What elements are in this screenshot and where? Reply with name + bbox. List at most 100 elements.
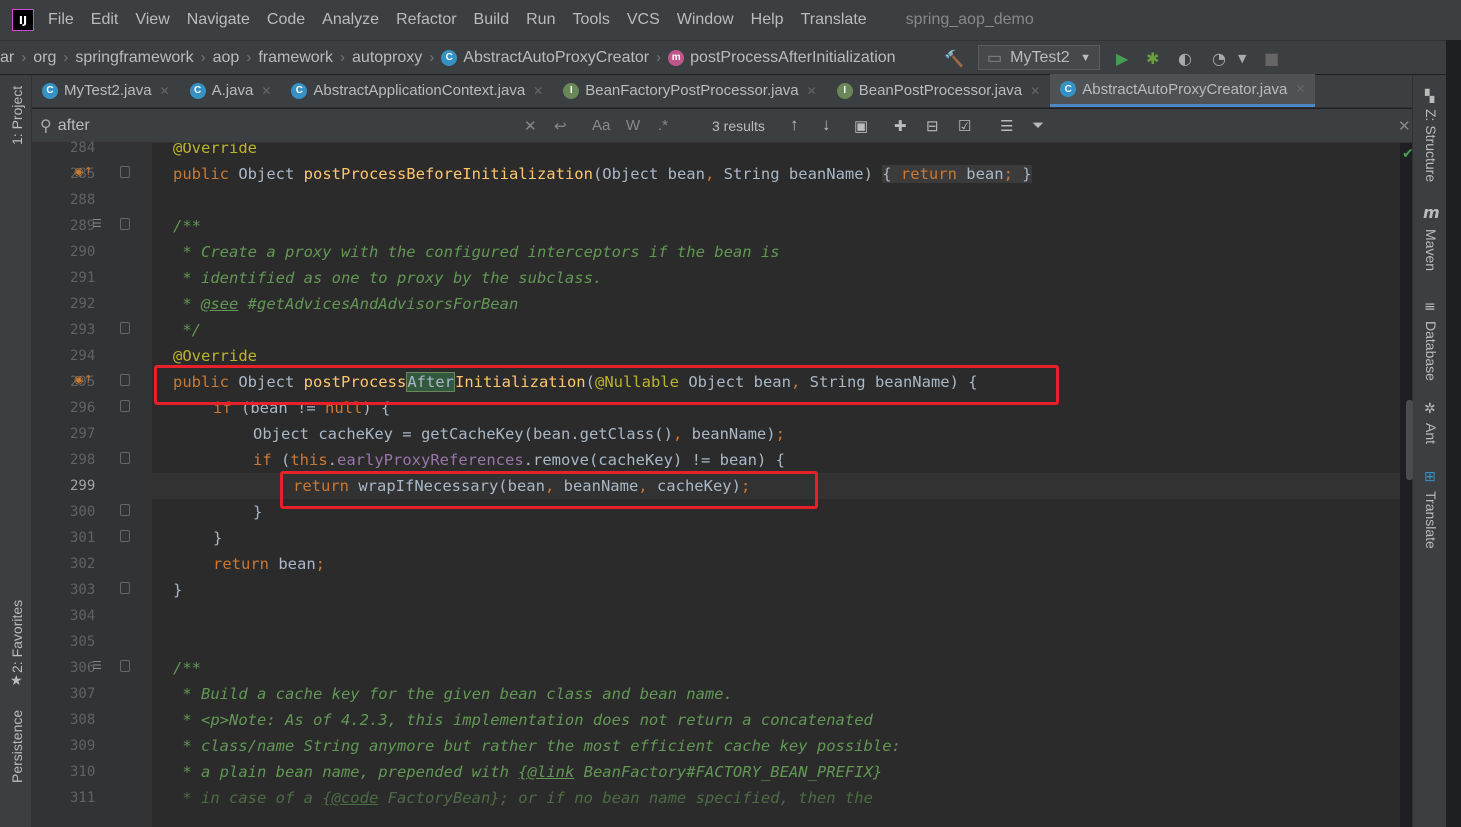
menu-file[interactable]: File (48, 11, 74, 29)
tool-persistence[interactable]: Persistence (9, 710, 25, 783)
menu-view[interactable]: View (135, 11, 169, 29)
doc-render-icon[interactable]: ☰ (92, 659, 102, 672)
menu-translate[interactable]: Translate (801, 11, 867, 29)
menu-build[interactable]: Build (474, 11, 510, 29)
arrow-down-icon[interactable]: ↓ (822, 115, 831, 135)
breadcrumb-org[interactable]: org › (33, 49, 75, 67)
breadcrumb-class[interactable]: C AbstractAutoProxyCreator › (441, 49, 668, 67)
new-line-icon[interactable]: ↩ (554, 117, 567, 135)
code-line-302[interactable]: return bean; (152, 551, 1400, 577)
tab-abstractautoproxycreator[interactable]: C AbstractAutoProxyCreator.java ✕ (1050, 74, 1316, 107)
close-find-icon[interactable]: ✕ (1398, 117, 1411, 135)
code-line-297[interactable]: Object cacheKey = getCacheKey(bean.getCl… (152, 421, 1400, 447)
close-icon[interactable]: ✕ (1295, 82, 1305, 96)
menu-tools[interactable]: Tools (572, 11, 609, 29)
fold-marker-icon[interactable] (120, 504, 130, 516)
fold-marker-icon[interactable] (120, 400, 130, 412)
tool-translate[interactable]: Translate (1423, 491, 1439, 549)
override-marker-icon[interactable]: ◉↑ (74, 373, 93, 386)
breadcrumb-method[interactable]: m postProcessAfterInitialization (668, 49, 896, 67)
close-icon[interactable]: ✕ (261, 84, 271, 98)
arrow-up-icon[interactable]: ↑ (790, 115, 799, 135)
chevron-down-icon[interactable]: ▼ (1238, 52, 1246, 65)
tool-project[interactable]: 1: Project (9, 86, 25, 145)
fold-marker-icon[interactable] (120, 374, 130, 386)
fold-marker-icon[interactable] (120, 166, 130, 178)
code-line-285[interactable]: public Object postProcessBeforeInitializ… (152, 161, 1400, 187)
debug-icon[interactable]: ✱ (1146, 49, 1159, 68)
add-occurrence-icon[interactable]: ✚ (894, 117, 907, 135)
regex-button[interactable]: .* (658, 117, 668, 134)
tab-mytest2[interactable]: C MyTest2.java ✕ (32, 74, 180, 107)
fold-marker-icon[interactable] (120, 530, 130, 542)
override-marker-icon[interactable]: ◉↑ (74, 165, 93, 178)
code-line-311[interactable]: * in case of a {@code FactoryBean}; or i… (152, 785, 1400, 811)
stop-icon[interactable]: ■ (1264, 49, 1279, 68)
select-all-occurrences-icon[interactable]: ☑ (958, 117, 971, 135)
menu-edit[interactable]: Edit (91, 11, 119, 29)
multiline-icon[interactable]: ☰ (1000, 117, 1013, 135)
tab-abstractapplicationcontext[interactable]: C AbstractApplicationContext.java ✕ (281, 74, 553, 107)
menu-window[interactable]: Window (677, 11, 734, 29)
breadcrumb-framework[interactable]: framework › (258, 49, 352, 67)
code-line-310[interactable]: * a plain bean name, prepended with {@li… (152, 759, 1400, 785)
fold-marker-icon[interactable] (120, 660, 130, 672)
tab-a[interactable]: C A.java ✕ (180, 74, 282, 107)
menu-help[interactable]: Help (751, 11, 784, 29)
breadcrumb-springframework[interactable]: springframework › (75, 49, 212, 67)
code-line-291[interactable]: * identified as one to proxy by the subc… (152, 265, 1400, 291)
code-line-293[interactable]: */ (152, 317, 1400, 343)
menu-vcs[interactable]: VCS (627, 11, 660, 29)
run-configuration-select[interactable]: ▭ MyTest2 ▼ (978, 45, 1100, 70)
code-line-308[interactable]: * <p>Note: As of 4.2.3, this implementat… (152, 707, 1400, 733)
menu-navigate[interactable]: Navigate (187, 11, 250, 29)
fold-marker-icon[interactable] (120, 218, 130, 230)
tool-structure[interactable]: Z: Structure (1423, 109, 1439, 182)
breadcrumb-autoproxy[interactable]: autoproxy › (352, 49, 441, 67)
tab-beanpostprocessor[interactable]: I BeanPostProcessor.java ✕ (827, 74, 1051, 107)
words-button[interactable]: W (626, 117, 640, 134)
fold-marker-icon[interactable] (120, 452, 130, 464)
tab-beanfactorypostprocessor[interactable]: I BeanFactoryPostProcessor.java ✕ (553, 74, 827, 107)
close-icon[interactable]: ✕ (533, 84, 543, 98)
code-editor[interactable]: @Override public Object postProcessBefor… (152, 143, 1400, 827)
search-input[interactable] (57, 116, 498, 135)
run-icon[interactable]: ▶ (1116, 49, 1128, 68)
fold-marker-icon[interactable] (120, 322, 130, 334)
menu-run[interactable]: Run (526, 11, 555, 29)
breadcrumb-ar[interactable]: ar › (0, 49, 33, 67)
vertical-scrollbar[interactable] (1406, 400, 1413, 480)
code-line-298[interactable]: if (this.earlyProxyReferences.remove(cac… (152, 447, 1400, 473)
filter-icon[interactable]: ⏷ (1032, 117, 1044, 134)
code-line-306[interactable]: /** (152, 655, 1400, 681)
close-icon[interactable]: ✕ (160, 84, 170, 98)
code-line-301[interactable]: } (152, 525, 1400, 551)
code-line-307[interactable]: * Build a cache key for the given bean c… (152, 681, 1400, 707)
tool-maven[interactable]: Maven (1423, 229, 1439, 271)
code-line-303[interactable]: } (152, 577, 1400, 603)
coverage-icon[interactable]: ◐ (1178, 49, 1192, 68)
tool-ant[interactable]: Ant (1423, 423, 1439, 444)
match-case-button[interactable]: Aa (592, 117, 610, 134)
hammer-build-icon[interactable]: 🔨 (944, 49, 964, 68)
remove-occurrence-icon[interactable]: ⊟ (926, 117, 939, 135)
select-all-icon[interactable]: ▣ (854, 117, 868, 135)
clear-search-icon[interactable]: ✕ (524, 117, 537, 135)
code-line-290[interactable]: * Create a proxy with the configured int… (152, 239, 1400, 265)
profile-icon[interactable]: ◔ (1212, 49, 1226, 68)
close-icon[interactable]: ✕ (1030, 84, 1040, 98)
code-line-292[interactable]: * @see #getAdvicesAndAdvisorsForBean (152, 291, 1400, 317)
menu-analyze[interactable]: Analyze (322, 11, 379, 29)
code-line-309[interactable]: * class/name String anymore but rather t… (152, 733, 1400, 759)
close-icon[interactable]: ✕ (807, 84, 817, 98)
tool-favorites[interactable]: 2: Favorites (9, 600, 25, 673)
fold-marker-icon[interactable] (120, 582, 130, 594)
code-line-284[interactable]: @Override (152, 143, 1400, 161)
breadcrumb-aop[interactable]: aop › (213, 49, 259, 67)
code-line-289[interactable]: /** (152, 213, 1400, 239)
tool-database[interactable]: Database (1423, 321, 1439, 381)
doc-render-icon[interactable]: ☰ (92, 217, 102, 230)
menu-refactor[interactable]: Refactor (396, 11, 456, 29)
menu-code[interactable]: Code (267, 11, 305, 29)
search-icon[interactable]: ⚲ (40, 116, 52, 135)
